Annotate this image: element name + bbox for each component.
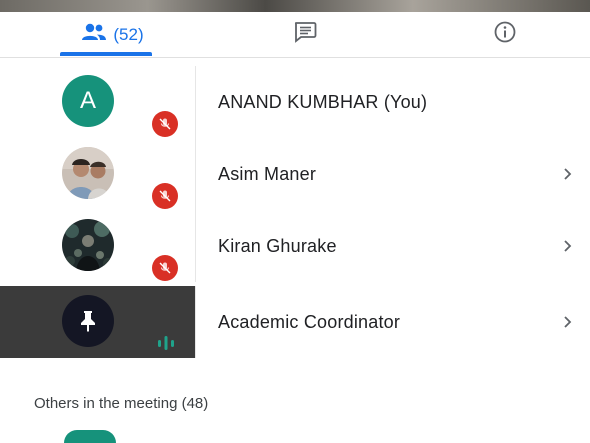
participant-row[interactable]: Kiran Ghurake — [0, 210, 590, 282]
avatar — [62, 147, 114, 199]
participant-name: ANAND KUMBHAR (You) — [218, 91, 428, 112]
divider — [195, 138, 196, 210]
divider — [195, 210, 196, 282]
tab-info[interactable] — [450, 12, 560, 57]
video-strip — [0, 0, 590, 12]
mic-off-icon — [152, 111, 178, 137]
chat-icon — [293, 21, 317, 48]
participant-name: Asim Maner — [218, 163, 317, 184]
chevron-right-icon[interactable] — [560, 310, 576, 334]
participant-row[interactable]: Asim Maner — [0, 138, 590, 210]
participant-name: Kiran Ghurake — [218, 235, 337, 256]
participant-count: (52) — [113, 24, 144, 44]
info-icon — [493, 20, 517, 49]
avatar: A — [62, 75, 114, 127]
divider — [195, 66, 196, 138]
speaking-indicator-icon — [155, 332, 177, 354]
participant-row[interactable]: Academic Coordinator — [0, 286, 590, 358]
tab-bar: (52) — [0, 12, 590, 58]
participant-row[interactable]: A ANAND KUMBHAR (You) — [0, 66, 590, 138]
mic-off-icon — [152, 255, 178, 281]
avatar — [62, 219, 114, 271]
others-section-title: Others in the meeting (48) — [34, 395, 209, 412]
pin-icon — [81, 311, 95, 332]
people-icon — [81, 22, 107, 47]
avatar — [62, 295, 114, 347]
divider — [195, 286, 196, 358]
tab-people[interactable]: (52) — [55, 12, 170, 57]
chevron-right-icon[interactable] — [560, 234, 576, 258]
chevron-right-icon[interactable] — [560, 162, 576, 186]
mic-off-icon — [152, 183, 178, 209]
avatar — [64, 430, 116, 443]
active-tab-indicator — [60, 52, 152, 56]
tab-chat[interactable] — [250, 12, 360, 57]
participant-name: Academic Coordinator — [218, 311, 401, 332]
